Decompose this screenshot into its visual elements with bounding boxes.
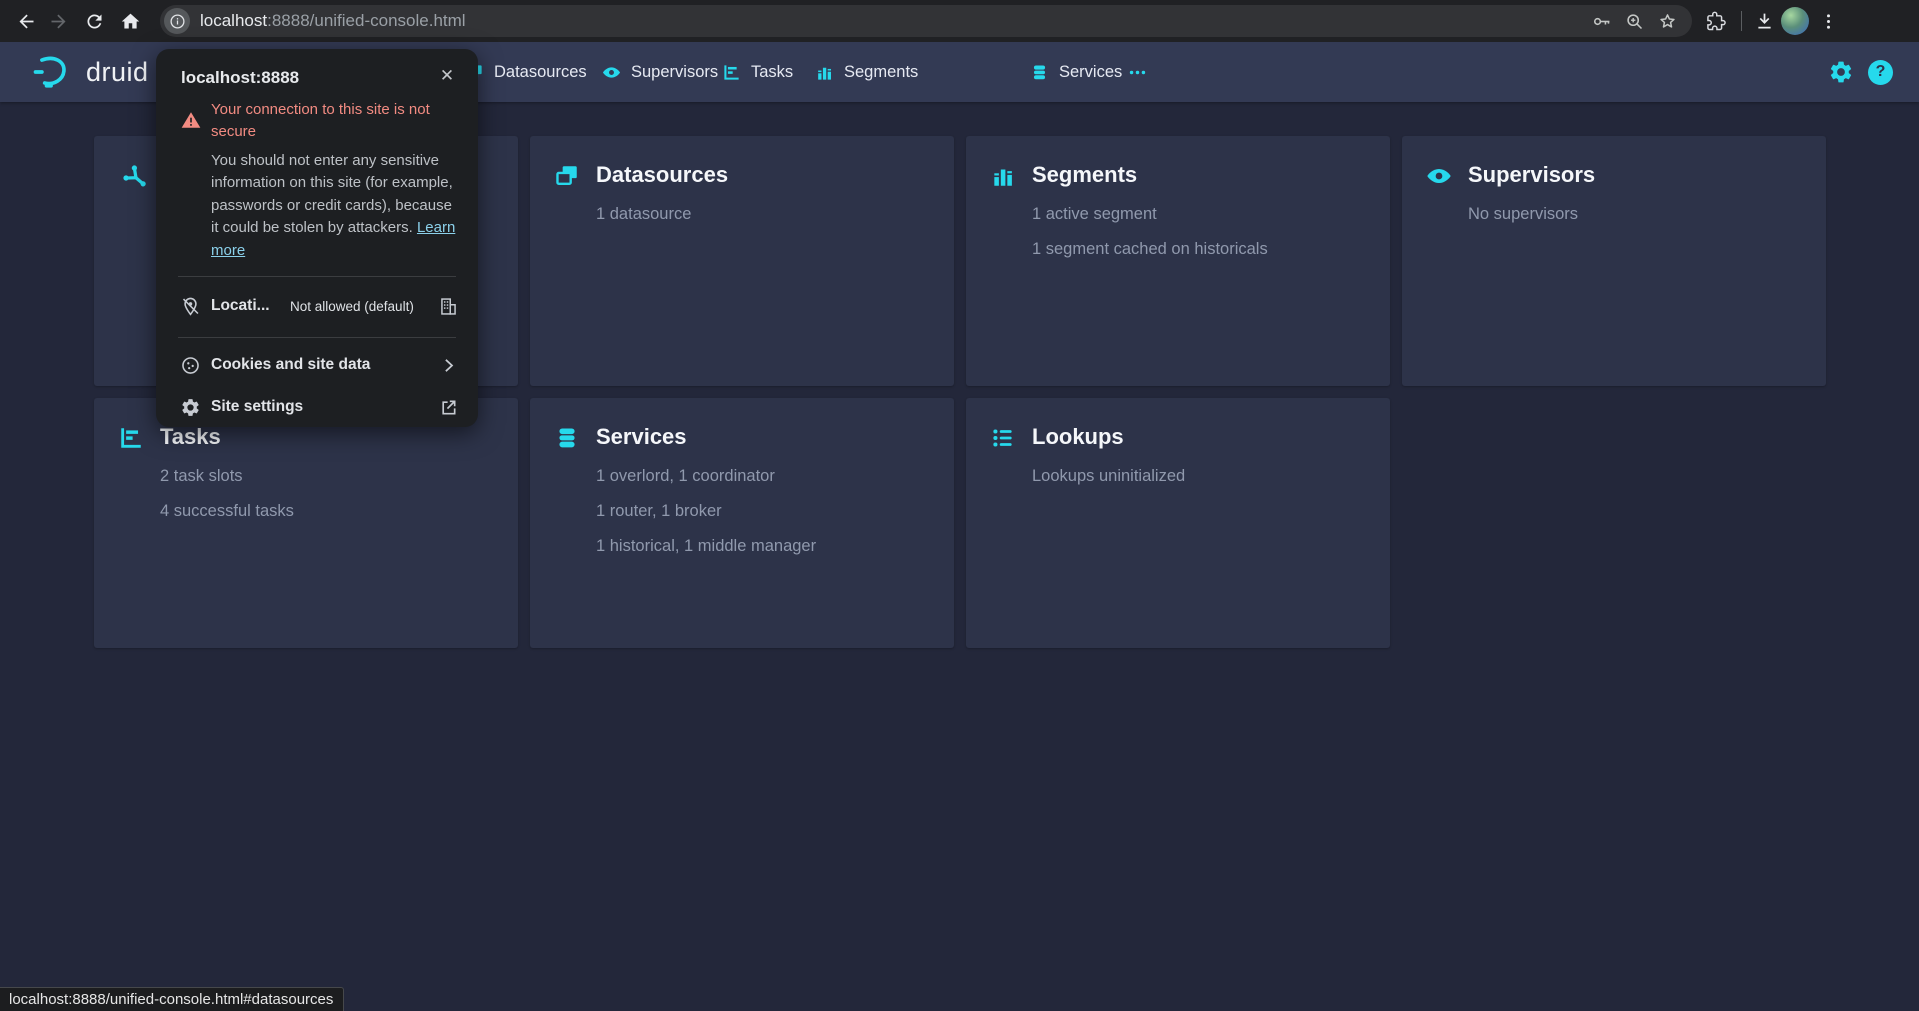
services-database-icon — [1030, 63, 1049, 82]
profile-avatar[interactable] — [1781, 7, 1809, 35]
status-bubble: localhost:8888/unified-console.html#data… — [0, 987, 344, 1011]
nav-label: Datasources — [494, 63, 587, 82]
card-title: Tasks — [160, 424, 494, 450]
status-url: localhost:8888/unified-console.html#data… — [9, 991, 333, 1008]
card-title: Segments — [1032, 162, 1366, 188]
open-in-new-icon — [438, 397, 459, 418]
location-permission-row[interactable]: Locati... Not allowed (default) — [156, 288, 478, 326]
nav-more-menu[interactable] — [1128, 42, 1147, 102]
lookups-list-icon — [990, 425, 1016, 451]
forward-icon[interactable] — [42, 5, 74, 37]
gear-icon — [180, 397, 201, 418]
nav-label: Supervisors — [631, 63, 718, 82]
connection-warning-body: You should not enter any sensitive infor… — [211, 150, 459, 262]
supervisors-eye-icon — [602, 63, 621, 82]
site-settings-label: Site settings — [211, 398, 303, 416]
card-services[interactable]: Services 1 overlord, 1 coordinator 1 rou… — [530, 398, 954, 648]
segments-chart-icon — [990, 163, 1016, 189]
services-database-icon — [554, 425, 580, 451]
site-info-icon[interactable] — [164, 8, 190, 34]
card-supervisors[interactable]: Supervisors No supervisors — [1402, 136, 1826, 386]
brand-wordmark: druid — [86, 57, 149, 88]
address-bar[interactable]: localhost:8888/unified-console.html — [160, 5, 1692, 37]
settings-gear-icon — [1828, 59, 1854, 85]
more-ellipsis-icon — [1128, 63, 1147, 82]
browser-toolbar: localhost:8888/unified-console.html — [0, 0, 1919, 42]
nav-item-services[interactable]: Services — [1030, 42, 1122, 102]
supervisors-eye-icon — [1426, 163, 1452, 189]
datasources-icon — [554, 163, 580, 189]
bookmark-star-icon[interactable] — [1657, 11, 1678, 32]
location-value: Not allowed (default) — [290, 299, 414, 314]
organization-icon — [438, 296, 459, 317]
card-line: 1 router, 1 broker — [596, 501, 930, 522]
url-host: localhost — [200, 11, 267, 30]
card-title: Supervisors — [1468, 162, 1802, 188]
card-line: 1 historical, 1 middle manager — [596, 536, 930, 557]
druid-logo-icon — [30, 50, 74, 94]
tasks-gantt-icon — [118, 425, 144, 451]
card-segments[interactable]: Segments 1 active segment 1 segment cach… — [966, 136, 1390, 386]
nav-label: Tasks — [751, 63, 793, 82]
cookies-label: Cookies and site data — [211, 356, 370, 374]
password-key-icon[interactable] — [1591, 11, 1612, 32]
card-tasks[interactable]: Tasks 2 task slots 4 successful tasks — [94, 398, 518, 648]
nav-label: Services — [1059, 63, 1122, 82]
card-title: Datasources — [596, 162, 930, 188]
connection-warning-title: Your connection to this site is not secu… — [211, 99, 459, 143]
nav-item-datasources[interactable]: Datasources — [465, 42, 587, 102]
cookie-icon — [180, 355, 201, 376]
console-settings-button[interactable] — [1828, 42, 1854, 102]
console-help-button[interactable]: ? — [1868, 42, 1893, 102]
help-icon: ? — [1868, 60, 1893, 85]
card-line: 1 overlord, 1 coordinator — [596, 466, 930, 487]
close-icon[interactable]: ✕ — [434, 63, 460, 89]
zoom-icon[interactable] — [1624, 11, 1645, 32]
url-path: :8888/unified-console.html — [267, 11, 465, 30]
card-line: 2 task slots — [160, 466, 494, 487]
refresh-icon[interactable] — [78, 5, 110, 37]
popup-divider — [178, 276, 456, 277]
segments-chart-icon — [815, 63, 834, 82]
nav-item-segments[interactable]: Segments — [815, 42, 918, 102]
toolbar-separator — [1741, 11, 1742, 31]
card-line: Lookups uninitialized — [1032, 466, 1366, 487]
download-icon[interactable] — [1748, 5, 1780, 37]
menu-dots-icon[interactable] — [1812, 5, 1844, 37]
chevron-right-icon — [438, 355, 459, 376]
card-line: 4 successful tasks — [160, 501, 494, 522]
nav-item-supervisors[interactable]: Supervisors — [602, 42, 718, 102]
popup-divider — [178, 337, 456, 338]
browser-window: localhost:8888/unified-console.html — [0, 0, 1919, 1011]
popup-title: localhost:8888 — [181, 68, 299, 88]
nav-label: Segments — [844, 63, 918, 82]
site-settings-row[interactable]: Site settings — [156, 389, 478, 427]
back-icon[interactable] — [10, 5, 42, 37]
extensions-puzzle-icon[interactable] — [1700, 5, 1732, 37]
card-line: 1 active segment — [1032, 204, 1366, 225]
site-info-popup: localhost:8888 ✕ Your connection to this… — [156, 49, 478, 427]
warning-triangle-icon — [180, 109, 202, 131]
druid-brand[interactable]: druid — [30, 42, 149, 102]
url-text: localhost:8888/unified-console.html — [200, 11, 1591, 31]
card-line: 1 segment cached on historicals — [1032, 239, 1366, 260]
card-line: No supervisors — [1468, 204, 1802, 225]
nav-item-tasks[interactable]: Tasks — [722, 42, 793, 102]
home-icon[interactable] — [114, 5, 146, 37]
location-label: Locati... — [211, 297, 270, 315]
card-title: Services — [596, 424, 930, 450]
tasks-gantt-icon — [722, 63, 741, 82]
fork-icon — [120, 162, 146, 188]
cookies-row[interactable]: Cookies and site data — [156, 347, 478, 385]
card-datasources[interactable]: Datasources 1 datasource — [530, 136, 954, 386]
card-lookups[interactable]: Lookups Lookups uninitialized — [966, 398, 1390, 648]
card-title: Lookups — [1032, 424, 1366, 450]
location-off-icon — [180, 296, 201, 317]
card-line: 1 datasource — [596, 204, 930, 225]
